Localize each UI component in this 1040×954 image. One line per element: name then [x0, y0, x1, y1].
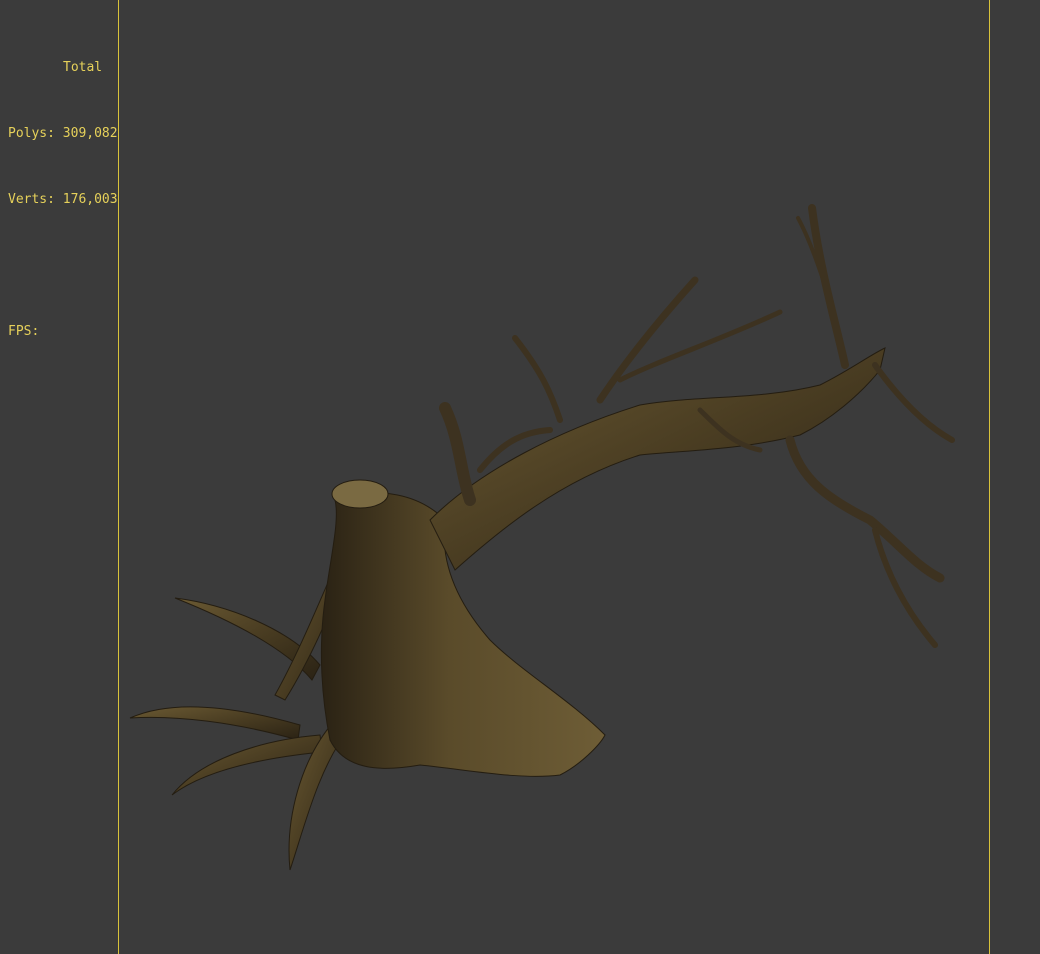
tree-roots — [129, 554, 351, 871]
dead-tree-model-icon[interactable] — [0, 0, 1040, 954]
tree-stump-top — [331, 479, 389, 509]
viewport-perspective[interactable]: Total Polys: 309,082 Verts: 176,003 FPS: — [0, 0, 1040, 954]
tree-main-limb — [429, 347, 886, 571]
